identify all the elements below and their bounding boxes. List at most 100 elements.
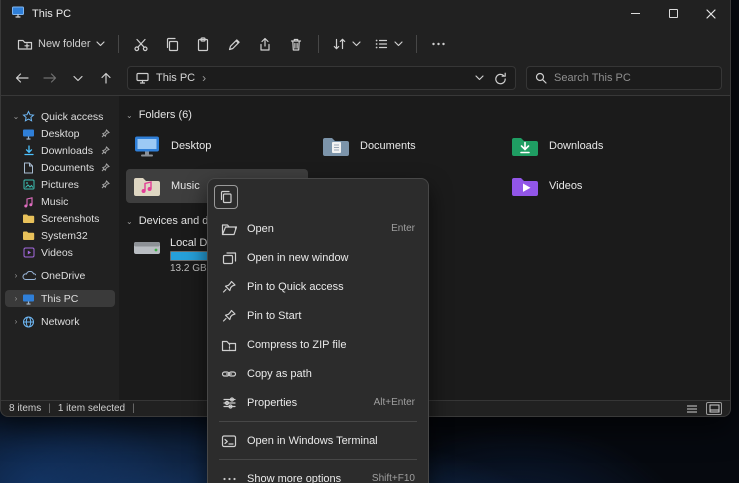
app-icon [11, 5, 25, 23]
downloads-folder-icon [510, 134, 540, 158]
zip-icon [221, 337, 237, 353]
title-bar: This PC [1, 0, 730, 27]
sidebar-item-downloads[interactable]: Downloads [5, 142, 115, 159]
breadcrumb-chevron[interactable]: › [202, 71, 206, 85]
menu-item-open[interactable]: Open Enter [213, 214, 423, 243]
window-title: This PC [32, 8, 71, 20]
sidebar-item-label: Videos [41, 247, 73, 259]
menu-item-label: Open in Windows Terminal [247, 435, 378, 447]
up-button[interactable] [93, 65, 119, 91]
search-icon [535, 72, 547, 84]
sidebar-item-videos[interactable]: Videos [5, 244, 115, 261]
breadcrumb[interactable]: This PC [156, 72, 195, 84]
see-more-button[interactable] [424, 30, 454, 58]
large-icons-view-button[interactable] [706, 402, 722, 415]
menu-item-label: Open [247, 223, 274, 235]
forward-button[interactable] [37, 65, 63, 91]
copy-icon [164, 37, 180, 52]
share-button[interactable] [250, 30, 280, 58]
close-button[interactable] [692, 0, 730, 27]
search-input[interactable] [554, 72, 694, 84]
show-more-options-icon [221, 471, 237, 483]
cut-button[interactable] [126, 30, 156, 58]
copy-icon [219, 190, 233, 204]
maximize-button[interactable] [654, 0, 692, 27]
new-folder-button[interactable]: New folder [11, 30, 111, 58]
pin-icon [221, 308, 237, 324]
delete-button[interactable] [281, 30, 311, 58]
pictures-icon [21, 178, 36, 192]
view-button[interactable] [368, 30, 409, 58]
folder-tile-documents[interactable]: Documents [315, 129, 497, 163]
menu-item-label: Pin to Start [247, 310, 301, 322]
pin-icon [101, 146, 110, 155]
selection-count: 1 item selected [58, 403, 125, 414]
menu-item-compress-zip[interactable]: Compress to ZIP file [213, 330, 423, 359]
chevron-down-icon[interactable]: ⌄ [11, 112, 21, 121]
navigation-pane: ⌄ Quick access Desktop Downloads Documen… [1, 96, 119, 400]
folder-tile-videos[interactable]: Videos [504, 169, 686, 203]
sidebar-item-system32[interactable]: System32 [5, 227, 115, 244]
sidebar-item-quick-access[interactable]: ⌄ Quick access [5, 108, 115, 125]
search-box[interactable] [526, 66, 722, 90]
folders-section-header[interactable]: ⌄ Folders (6) [126, 109, 730, 121]
folder-name: Documents [360, 140, 416, 152]
copy-button[interactable] [157, 30, 187, 58]
chevron-right-icon[interactable]: › [11, 271, 21, 280]
sidebar-item-music[interactable]: Music [5, 193, 115, 210]
quick-copy-button[interactable] [214, 185, 238, 209]
menu-item-label: Show more options [247, 473, 341, 483]
chevron-right-icon[interactable]: › [11, 294, 21, 303]
local-disk-icon [132, 237, 162, 259]
up-icon [99, 72, 113, 84]
menu-item-open-new-window[interactable]: Open in new window [213, 243, 423, 272]
videos-icon [21, 246, 36, 260]
menu-item-pin-quick-access[interactable]: Pin to Quick access [213, 272, 423, 301]
sidebar-item-label: Documents [41, 162, 94, 174]
open-icon [221, 221, 237, 237]
menu-item-open-windows-terminal[interactable]: Open in Windows Terminal [213, 426, 423, 455]
menu-item-pin-start[interactable]: Pin to Start [213, 301, 423, 330]
sidebar-item-screenshots[interactable]: Screenshots [5, 210, 115, 227]
paste-button[interactable] [188, 30, 218, 58]
large-icons-view-icon [709, 404, 720, 413]
back-icon [15, 72, 29, 84]
pin-icon [101, 129, 110, 138]
chevron-right-icon[interactable]: › [11, 317, 21, 326]
details-view-button[interactable] [684, 402, 700, 415]
chevron-down-icon: ⌄ [126, 111, 133, 120]
sidebar-item-this-pc[interactable]: › This PC [5, 290, 115, 307]
context-menu-quick-actions [208, 185, 428, 214]
sort-icon [332, 37, 347, 51]
sort-button[interactable] [326, 30, 367, 58]
devices-section-title: Devices and dri [139, 215, 215, 227]
sidebar-item-desktop[interactable]: Desktop [5, 125, 115, 142]
chevron-down-icon: ⌄ [126, 217, 133, 226]
back-button[interactable] [9, 65, 35, 91]
minimize-button[interactable] [616, 0, 654, 27]
recent-locations-button[interactable] [65, 65, 91, 91]
desktop-folder-icon [132, 134, 162, 158]
toolbar-divider [318, 35, 319, 53]
address-dropdown-icon[interactable] [475, 75, 484, 81]
folder-tile-desktop[interactable]: Desktop [126, 129, 308, 163]
properties-icon [221, 395, 237, 411]
folder-name: Downloads [549, 140, 603, 152]
menu-item-show-more-options[interactable]: Show more options Shift+F10 [213, 464, 423, 483]
menu-item-copy-as-path[interactable]: Copy as path [213, 359, 423, 388]
sidebar-item-onedrive[interactable]: › OneDrive [5, 267, 115, 284]
folder-tile-downloads[interactable]: Downloads [504, 129, 686, 163]
chevron-down-icon [96, 41, 105, 47]
sidebar-item-label: System32 [41, 230, 88, 242]
menu-separator [219, 421, 417, 422]
address-bar[interactable]: This PC › [127, 66, 516, 90]
documents-folder-icon [321, 134, 351, 158]
sidebar-item-pictures[interactable]: Pictures [5, 176, 115, 193]
rename-button[interactable] [219, 30, 249, 58]
sidebar-item-documents[interactable]: Documents [5, 159, 115, 176]
sidebar-item-label: Music [41, 196, 68, 208]
menu-item-properties[interactable]: Properties Alt+Enter [213, 388, 423, 417]
sidebar-item-network[interactable]: › Network [5, 313, 115, 330]
videos-folder-icon [510, 174, 540, 198]
refresh-icon[interactable] [494, 72, 507, 85]
